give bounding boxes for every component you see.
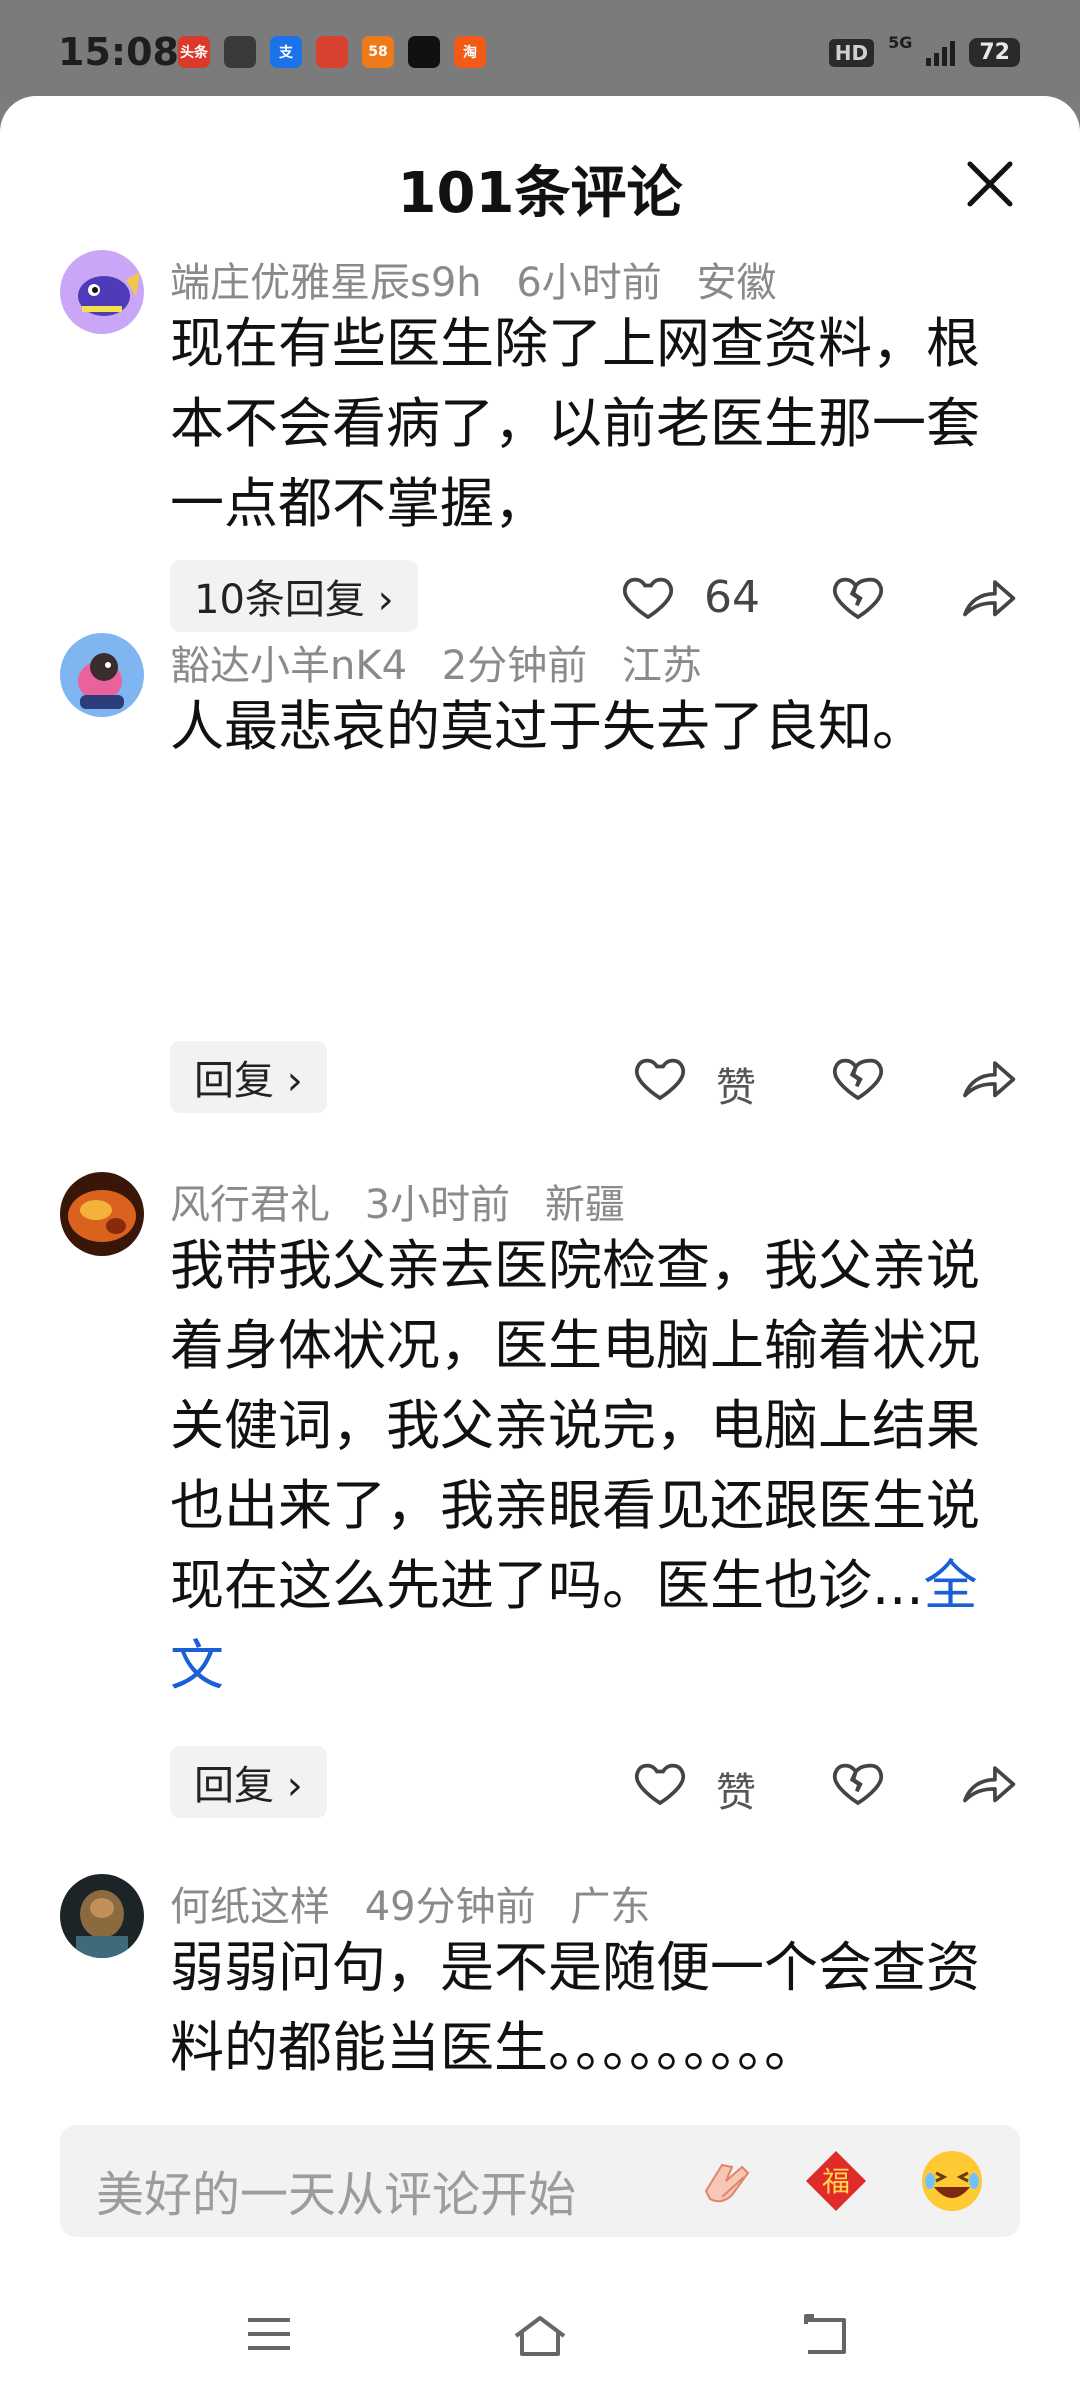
username[interactable]: 风行君礼 xyxy=(170,1182,330,1228)
reply-button[interactable]: 回复 › xyxy=(170,1746,327,1818)
comment-meta: 豁达小羊nK4 2分钟前 江苏 xyxy=(170,633,724,691)
back-icon[interactable] xyxy=(800,2312,850,2360)
comment-meta: 何纸这样 49分钟前 广东 xyxy=(170,1874,672,1932)
red-app-icon xyxy=(316,36,348,68)
status-bar: 15:08 头条 支 58 淘 HD 5G 72 xyxy=(0,0,1080,100)
status-app-icons: 头条 支 58 淘 xyxy=(178,36,486,68)
alipay-icon: 支 xyxy=(270,36,302,68)
comment-text: 弱弱问句，是不是随便一个会查资料的都能当医生。。。。。。。。。 xyxy=(170,1936,980,2079)
signal-icon xyxy=(926,40,956,66)
avatar[interactable] xyxy=(60,1172,144,1256)
broken-heart-icon[interactable] xyxy=(830,1754,886,1810)
reply-button[interactable]: 10条回复 › xyxy=(170,560,418,632)
avatar[interactable] xyxy=(60,633,144,717)
app-58-icon: 58 xyxy=(362,36,394,68)
comment-time: 6小时前 xyxy=(516,260,662,306)
laugh-emoji-icon[interactable] xyxy=(918,2147,986,2215)
comment-text: 人最悲哀的莫过于失去了良知。 xyxy=(170,695,926,758)
comment-actions: 赞 xyxy=(620,1041,1020,1113)
share-icon[interactable] xyxy=(958,568,1018,624)
comments-sheet: 101条评论 端庄优雅星辰s9h 6小时前 安徽 现在有些医生除了上网查资料，根… xyxy=(0,96,1080,2400)
comment-text: 我带我父亲去医院检查，我父亲说着身体状况，医生电脑上输着状况关健词，我父亲说完，… xyxy=(170,1226,1010,1706)
comment-meta: 风行君礼 3小时前 新疆 xyxy=(170,1172,647,1230)
share-icon[interactable] xyxy=(958,1049,1018,1105)
tiktok-icon xyxy=(408,36,440,68)
username[interactable]: 端庄优雅星辰s9h xyxy=(170,260,482,306)
comment-time: 2分钟前 xyxy=(441,643,588,689)
heart-icon[interactable] xyxy=(620,568,676,624)
comment-time: 3小时前 xyxy=(364,1182,511,1228)
like-label: 赞 xyxy=(716,1065,756,1111)
battery-icon: 72 xyxy=(969,38,1020,67)
link-icon xyxy=(224,36,256,68)
comment-actions: 赞 xyxy=(620,1746,1020,1818)
username[interactable]: 豁达小羊nK4 xyxy=(170,643,407,689)
toutiao-icon: 头条 xyxy=(178,36,210,68)
avatar[interactable] xyxy=(60,250,144,334)
comment-meta: 端庄优雅星辰s9h 6小时前 安徽 xyxy=(170,250,799,308)
comment-actions: 64 xyxy=(620,560,1020,632)
heart-icon[interactable] xyxy=(632,1049,688,1105)
clap-emoji-icon[interactable] xyxy=(692,2147,760,2215)
comment-location: 广东 xyxy=(570,1884,651,1930)
fu-emoji-icon[interactable]: 福 xyxy=(802,2147,870,2215)
comment-text-content: 我带我父亲去医院检查，我父亲说着身体状况，医生电脑上输着状况关健词，我父亲说完，… xyxy=(170,1234,980,1617)
like-label: 赞 xyxy=(716,1770,756,1816)
comment-location: 新疆 xyxy=(544,1182,625,1228)
menu-icon[interactable] xyxy=(244,2312,294,2356)
comment-location: 江苏 xyxy=(621,643,702,689)
network-label: 5G xyxy=(888,33,913,52)
home-icon[interactable] xyxy=(510,2312,570,2360)
like-count: 64 xyxy=(704,572,760,623)
close-icon[interactable] xyxy=(960,154,1020,214)
status-indicators: HD 5G 72 xyxy=(828,33,1020,67)
avatar[interactable] xyxy=(60,1874,144,1958)
comment-location: 安徽 xyxy=(696,260,777,306)
status-time: 15:08 xyxy=(58,30,179,74)
hd-badge: HD xyxy=(828,38,875,67)
share-icon[interactable] xyxy=(958,1754,1018,1810)
comment-input-placeholder: 美好的一天从评论开始 xyxy=(96,2167,577,2223)
username[interactable]: 何纸这样 xyxy=(170,1884,330,1930)
broken-heart-icon[interactable] xyxy=(830,1049,886,1105)
comment-input[interactable]: 美好的一天从评论开始 福 xyxy=(60,2125,1020,2237)
taobao-icon: 淘 xyxy=(454,36,486,68)
comment-text: 现在有些医生除了上网查资料，根本不会看病了，以前老医生那一套一点都不掌握， xyxy=(170,312,980,535)
heart-icon[interactable] xyxy=(632,1754,688,1810)
broken-heart-icon[interactable] xyxy=(830,568,886,624)
system-nav-bar xyxy=(0,2270,1080,2400)
reply-button[interactable]: 回复 › xyxy=(170,1041,327,1113)
fu-emoji-label: 福 xyxy=(822,2165,850,2198)
sheet-title: 101条评论 xyxy=(397,161,683,226)
comment-time: 49分钟前 xyxy=(364,1884,536,1930)
